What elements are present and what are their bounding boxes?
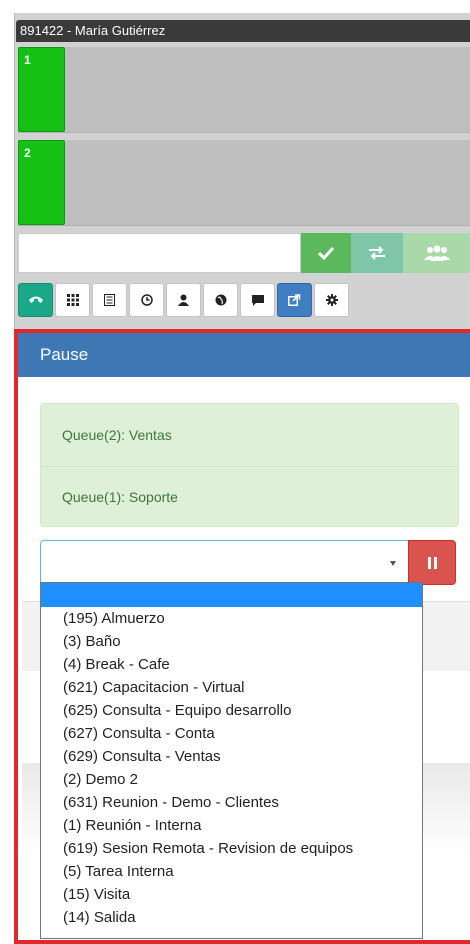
dropdown-option[interactable]: (4) Break - Cafe	[41, 653, 422, 676]
dropdown-option[interactable]: (14) Salida	[41, 906, 422, 929]
globe-button[interactable]	[203, 283, 238, 317]
dropdown-option[interactable]: (195) Almuerzo	[41, 607, 422, 630]
phone-icon	[28, 296, 43, 303]
keypad-button[interactable]	[55, 283, 90, 317]
logout-button[interactable]	[277, 283, 312, 317]
pause-reason-dropdown: (195) Almuerzo (3) Baño (4) Break - Cafe…	[40, 582, 423, 939]
dropdown-option[interactable]: (627) Consulta - Conta	[41, 722, 422, 745]
clock-icon	[140, 294, 153, 306]
caret-down-icon	[390, 561, 396, 566]
dropdown-option[interactable]: (629) Consulta - Ventas	[41, 745, 422, 768]
globe-icon	[215, 294, 226, 306]
queue-item: Queue(2): Ventas	[62, 427, 172, 443]
transfer-icon	[369, 246, 385, 260]
pause-button[interactable]	[408, 540, 456, 585]
dropdown-option[interactable]	[41, 583, 422, 607]
keypad-icon	[66, 294, 79, 306]
dropdown-option[interactable]: (5) Tarea Interna	[41, 860, 422, 883]
line-slot-2[interactable]: 2	[18, 140, 470, 226]
chat-icon	[251, 294, 264, 306]
queue-item: Queue(1): Soporte	[41, 466, 458, 528]
pause-reason-select[interactable]	[40, 540, 409, 585]
settings-button[interactable]	[314, 283, 349, 317]
pause-title: Pause	[18, 333, 470, 377]
history-button[interactable]	[129, 283, 164, 317]
dropdown-option[interactable]: (619) Sesion Remota - Revision de equipo…	[41, 837, 422, 860]
dial-row	[18, 233, 470, 273]
dropdown-option[interactable]: (621) Capacitacion - Virtual	[41, 676, 422, 699]
dropdown-option[interactable]: (3) Baño	[41, 630, 422, 653]
agent-title: 891422 - María Gutiérrez	[16, 20, 470, 42]
user-icon	[178, 294, 189, 306]
line-number: 2	[18, 140, 65, 225]
user-button[interactable]	[166, 283, 201, 317]
dropdown-option[interactable]: (15) Visita	[41, 883, 422, 906]
dropdown-option[interactable]: (1) Reunión - Interna	[41, 814, 422, 837]
dropdown-option[interactable]: (2) Demo 2	[41, 768, 422, 791]
confirm-button[interactable]	[301, 233, 351, 273]
line-slot-1[interactable]: 1	[18, 47, 470, 133]
phone-button[interactable]	[18, 283, 53, 317]
dial-input[interactable]	[18, 233, 301, 273]
logout-icon	[288, 294, 301, 306]
dropdown-option[interactable]: (631) Reunion - Demo - Clientes	[41, 791, 422, 814]
chat-button[interactable]	[240, 283, 275, 317]
group-icon	[423, 245, 450, 261]
conference-button[interactable]	[403, 233, 470, 273]
toolbar	[18, 283, 349, 317]
check-icon	[318, 246, 334, 260]
gear-icon	[325, 294, 338, 306]
line-number: 1	[18, 47, 65, 132]
queue-list: Queue(2): Ventas Queue(1): Soporte	[40, 403, 459, 527]
list-icon	[104, 294, 115, 306]
dropdown-option[interactable]: (625) Consulta - Equipo desarrollo	[41, 699, 422, 722]
transfer-button[interactable]	[351, 233, 403, 273]
list-button[interactable]	[92, 283, 127, 317]
pause-icon	[426, 556, 438, 569]
